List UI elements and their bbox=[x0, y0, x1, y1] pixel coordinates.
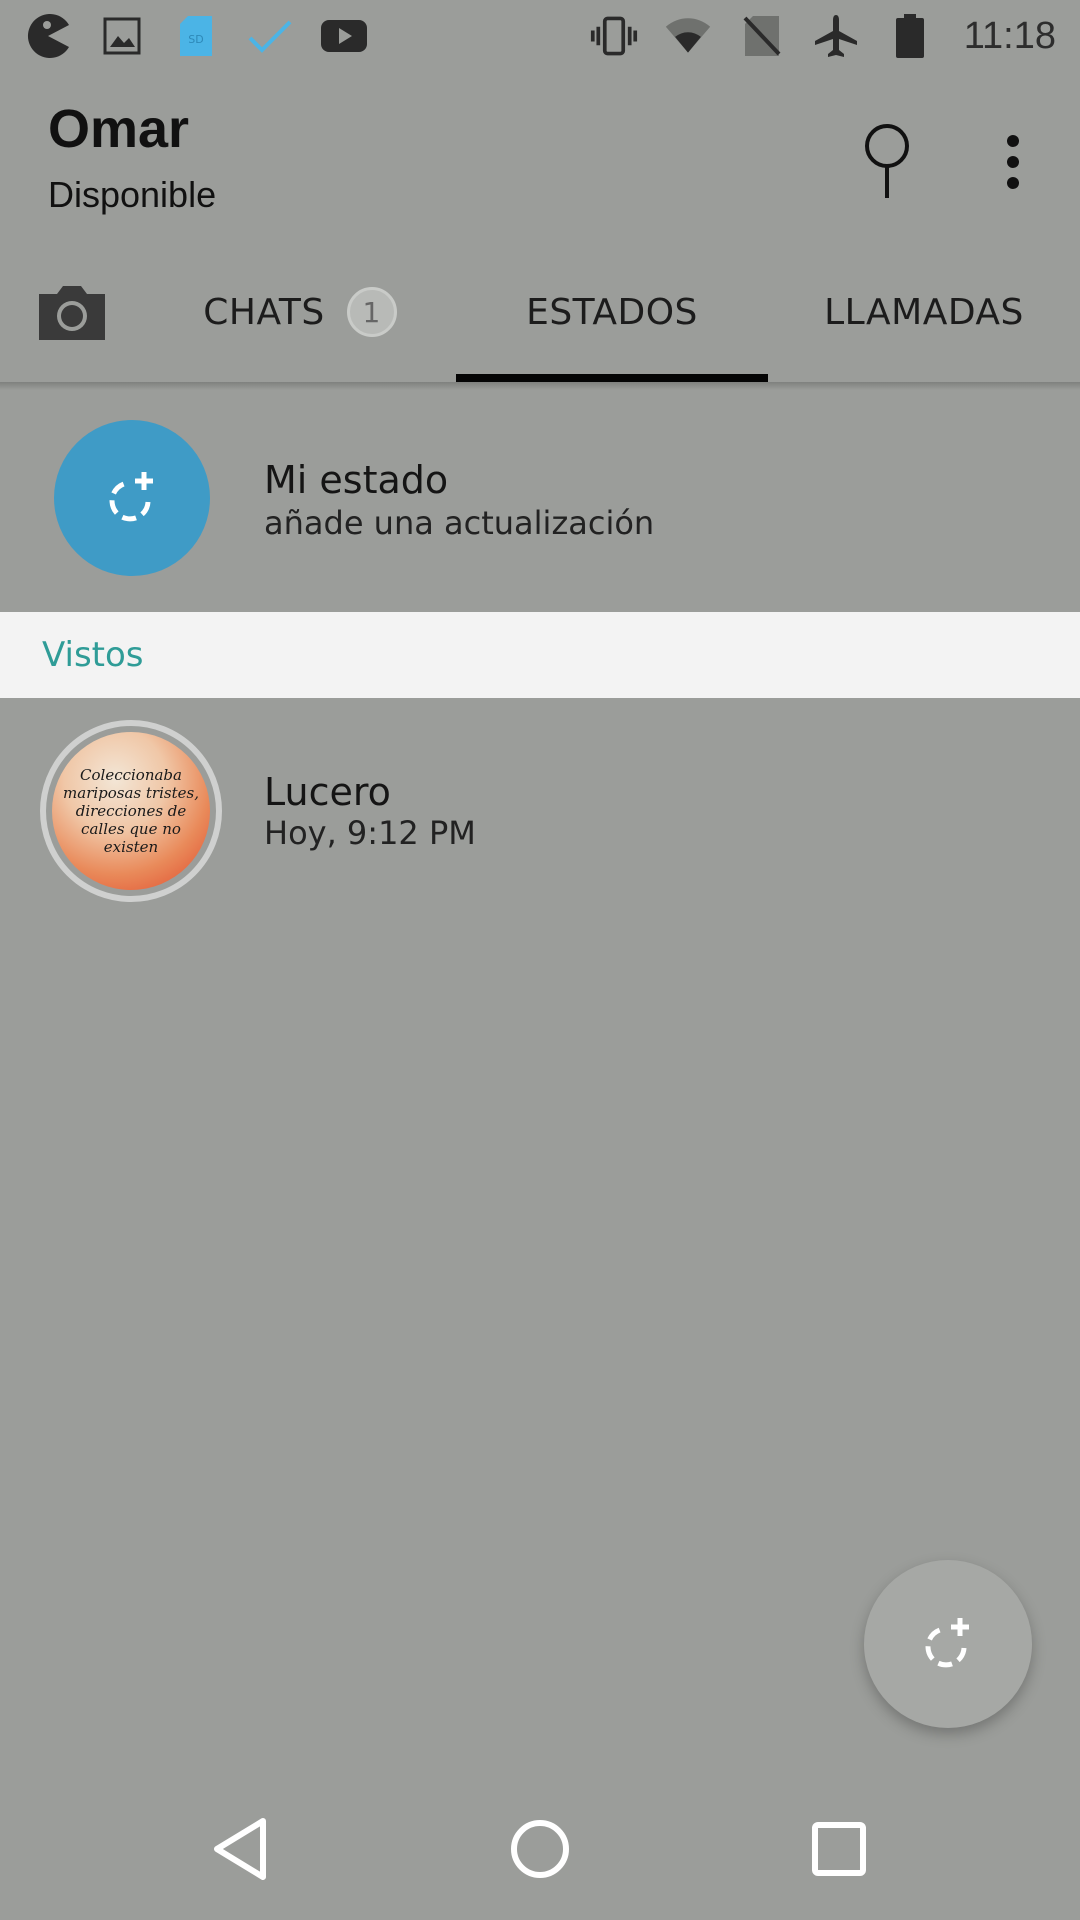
tab-chats-label: CHATS bbox=[203, 291, 325, 333]
airplane-icon bbox=[812, 12, 860, 60]
battery-icon bbox=[886, 12, 934, 60]
sd-card-icon: SD bbox=[172, 12, 220, 60]
status-time: 11:18 bbox=[963, 14, 1056, 57]
recents-button[interactable] bbox=[794, 1804, 884, 1894]
more-options-button[interactable] bbox=[968, 112, 1058, 212]
wifi-icon bbox=[664, 12, 712, 60]
svg-text:SD: SD bbox=[188, 33, 203, 46]
more-vert-icon bbox=[1007, 135, 1019, 189]
tab-estados[interactable]: ESTADOS bbox=[456, 242, 768, 382]
add-status-icon bbox=[109, 472, 153, 522]
page-subtitle: Disponible bbox=[48, 174, 217, 215]
contact-status-thumbnail: Coleccionaba mariposas tristes, direccio… bbox=[40, 720, 222, 902]
vibrate-icon bbox=[590, 12, 638, 60]
my-status-avatar bbox=[54, 420, 210, 576]
tab-estados-label: ESTADOS bbox=[526, 291, 698, 333]
contact-name: Lucero bbox=[264, 770, 391, 814]
my-status-row[interactable]: Mi estado añade una actualización bbox=[0, 390, 1080, 612]
section-header-vistos: Vistos bbox=[0, 612, 1080, 698]
recents-icon bbox=[812, 1822, 866, 1876]
home-icon bbox=[511, 1820, 569, 1878]
status-bar: SD 11:18 bbox=[0, 0, 1080, 72]
no-sim-icon bbox=[738, 12, 786, 60]
tab-llamadas-label: LLAMADAS bbox=[824, 291, 1024, 333]
thumbnail-quote: Coleccionaba mariposas tristes, direccio… bbox=[52, 732, 210, 890]
tab-llamadas[interactable]: LLAMADAS bbox=[768, 242, 1080, 382]
tab-indicator bbox=[456, 374, 768, 382]
section-label: Vistos bbox=[42, 635, 144, 675]
search-button[interactable] bbox=[842, 112, 932, 212]
contact-status-time: Hoy, 9:12 PM bbox=[264, 814, 476, 852]
my-status-title: Mi estado bbox=[264, 458, 449, 502]
image-icon bbox=[98, 12, 146, 60]
back-icon bbox=[214, 1818, 266, 1880]
status-list-item[interactable]: Coleccionaba mariposas tristes, direccio… bbox=[0, 698, 1080, 918]
add-status-icon bbox=[925, 1618, 969, 1668]
tab-chats[interactable]: CHATS 1 bbox=[144, 242, 456, 382]
tab-camera[interactable] bbox=[0, 242, 144, 382]
tab-bar: CHATS 1 ESTADOS LLAMADAS bbox=[0, 242, 1080, 382]
check-icon bbox=[246, 12, 294, 60]
my-status-subtitle: añade una actualización bbox=[264, 504, 655, 542]
app-bar: Omar Disponible bbox=[0, 72, 1080, 242]
new-status-fab[interactable] bbox=[864, 1560, 1032, 1728]
navigation-bar bbox=[0, 1776, 1080, 1920]
youtube-icon bbox=[320, 12, 368, 60]
camera-icon bbox=[39, 286, 105, 340]
chats-unread-badge: 1 bbox=[346, 287, 397, 337]
page-title: Omar bbox=[48, 99, 190, 159]
tabs-divider bbox=[0, 382, 1080, 390]
pacman-icon bbox=[24, 12, 72, 60]
home-button[interactable] bbox=[495, 1804, 585, 1894]
search-icon bbox=[865, 124, 909, 198]
back-button[interactable] bbox=[196, 1804, 286, 1894]
